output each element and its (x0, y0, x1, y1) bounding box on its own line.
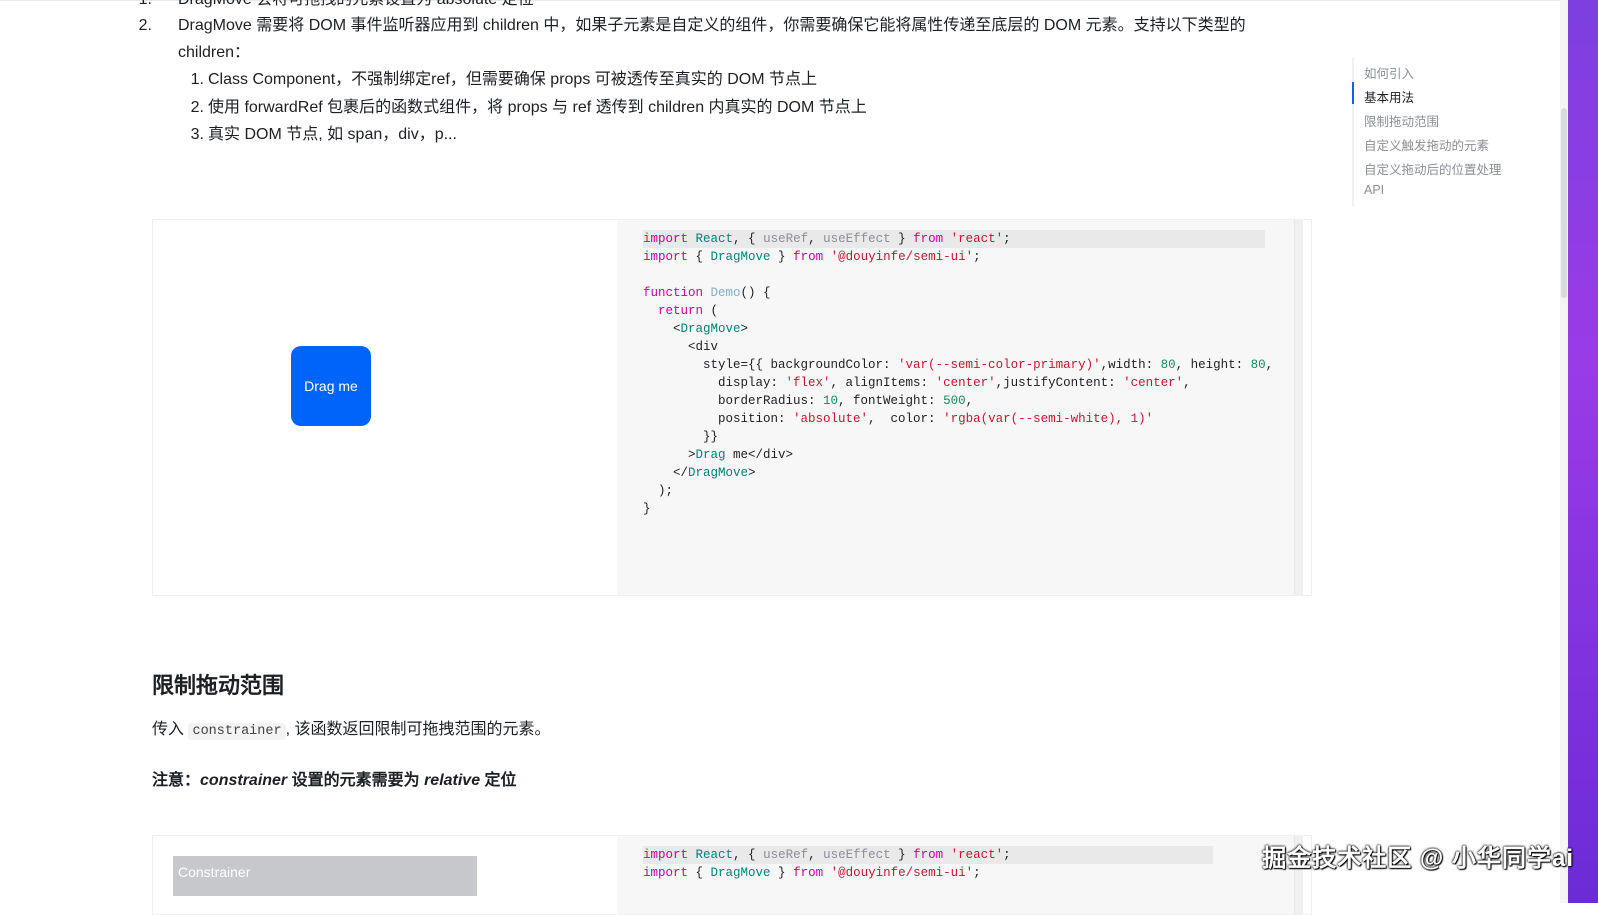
inline-code: constrainer (188, 723, 286, 740)
watermark: 掘金技术社区 @ 小华同学ai (1262, 845, 1574, 872)
note-emphasis: relative (424, 772, 481, 789)
page-scrollbar[interactable] (1560, 0, 1568, 903)
list-item: 2. DragMove 需要将 DOM 事件监听器应用到 children 中，… (139, 12, 1246, 40)
list-number: 2. (138, 17, 152, 34)
demo-preview: Constrainer (153, 836, 617, 914)
code-panel[interactable]: import React, { useRef, useEffect } from… (617, 220, 1303, 595)
constrainer-area: Constrainer (173, 856, 477, 896)
note-text: 定位 (480, 772, 517, 789)
toc-rail (1352, 58, 1354, 206)
scrollbar-thumb[interactable] (1561, 108, 1567, 298)
list-number: 1. (190, 71, 204, 88)
note-emphasis: constrainer (200, 772, 288, 789)
list-text: 真实 DOM 节点, 如 span，div，p... (208, 126, 457, 143)
list-text: DragMove 需要将 DOM 事件监听器应用到 children 中，如果子… (178, 17, 1246, 34)
para-text: , 该函数返回限制可拖拽范围的元素。 (285, 721, 551, 738)
section-description: 传入 constrainer, 该函数返回限制可拖拽范围的元素。 (152, 715, 551, 740)
toc-item-import[interactable]: 如何引入 (1364, 63, 1414, 82)
note-paragraph: 注意：constrainer 设置的元素需要为 relative 定位 (152, 766, 517, 790)
code-scrollbar[interactable] (1294, 220, 1303, 595)
toc-item-custom-position[interactable]: 自定义拖动后的位置处理 (1364, 159, 1502, 178)
sub-list-item: 2. 使用 forwardRef 包裹后的函数式组件，将 props 与 ref… (191, 94, 867, 122)
toc-active-indicator (1352, 82, 1354, 104)
demo-constrainer: Constrainer import React, { useRef, useE… (152, 835, 1312, 915)
list-number: 3. (190, 126, 204, 143)
demo-basic-usage: Drag me import React, { useRef, useEffec… (152, 219, 1312, 596)
para-text: 传入 (152, 721, 185, 738)
list-number: 2. (190, 99, 204, 116)
section-title: 限制拖动范围 (152, 673, 285, 698)
list-text: 使用 forwardRef 包裹后的函数式组件，将 props 与 ref 透传… (208, 99, 867, 116)
code-block: import React, { useRef, useEffect } from… (643, 230, 1274, 516)
note-text: 设置的元素需要为 (287, 772, 425, 789)
toc-item-constrain-range[interactable]: 限制拖动范围 (1364, 111, 1439, 130)
doc-content: 1. DragMove 会将可拖拽的元素设置为 absolute 定位 2. D… (0, 0, 1320, 915)
code-block: import React, { useRef, useEffect } from… (643, 846, 1213, 882)
list-text-continued: children： (178, 44, 251, 61)
note-prefix: 注意： (152, 772, 201, 789)
demo-preview: Drag me (153, 220, 617, 595)
drag-me-box[interactable]: Drag me (291, 346, 371, 426)
sub-list-item: 3. 真实 DOM 节点, 如 span，div，p... (191, 121, 457, 149)
desktop-background-edge (1568, 0, 1598, 903)
toc-item-custom-handler[interactable]: 自定义触发拖动的元素 (1364, 135, 1489, 154)
list-text: Class Component，不强制绑定ref，但需要确保 props 可被透… (208, 71, 817, 88)
toc-item-api[interactable]: API (1364, 183, 1384, 197)
sub-list-item: 1. Class Component，不强制绑定ref，但需要确保 props … (191, 66, 817, 94)
code-panel[interactable]: import React, { useRef, useEffect } from… (617, 836, 1303, 914)
list-text: DragMove 会将可拖拽的元素设置为 absolute 定位 (178, 0, 534, 8)
toc-item-basic-usage[interactable]: 基本用法 (1364, 87, 1414, 106)
